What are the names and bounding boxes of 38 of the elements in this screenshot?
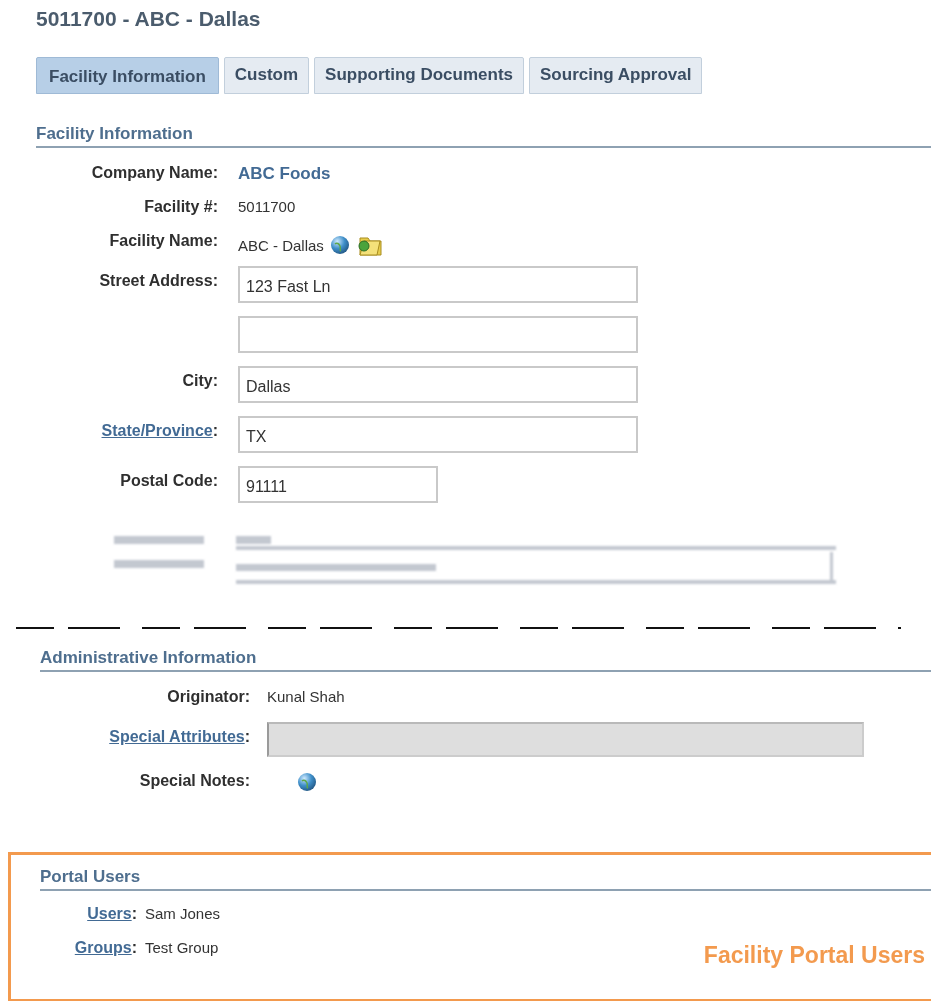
colon: :: [131, 905, 137, 922]
tab[interactable]: Sourcing Approval: [529, 57, 703, 94]
field-value: Kunal Shah: [267, 688, 345, 705]
field-label: Facility Name:: [109, 232, 218, 249]
label-link[interactable]: Users: [87, 905, 132, 922]
colon: :: [244, 728, 250, 745]
globe-icon[interactable]: [297, 772, 317, 792]
section-heading: Facility Information: [36, 124, 193, 143]
tab[interactable]: Facility Information: [36, 57, 219, 94]
field-label: City:: [182, 372, 218, 389]
field-value: Sam Jones: [145, 905, 221, 922]
field-value: 5011700: [238, 198, 296, 215]
field-label: Company Name:: [91, 164, 218, 181]
annotation-text: Facility Portal Users: [703, 942, 925, 969]
label-link[interactable]: State/Province: [101, 422, 213, 439]
text-field[interactable]: TX: [238, 416, 638, 453]
globe-icon[interactable]: [329, 235, 350, 255]
page-title: 5011700 - ABC - Dallas: [36, 7, 261, 31]
company-link[interactable]: ABC Foods: [238, 164, 331, 184]
tab[interactable]: Supporting Documents: [314, 57, 525, 94]
text-field[interactable]: Dallas: [238, 366, 638, 403]
text-field[interactable]: [238, 316, 638, 353]
field-value: Test Group: [145, 939, 219, 956]
field-label: Street Address:: [99, 272, 218, 289]
text-field[interactable]: 91111: [238, 466, 438, 503]
label-link[interactable]: Special Attributes: [109, 728, 245, 745]
colon: :: [131, 939, 137, 956]
field-value: ABC - Dallas: [238, 236, 324, 254]
tab[interactable]: Custom: [223, 57, 310, 94]
field-label: Special Notes:: [139, 772, 250, 789]
field-label: Facility #:: [144, 198, 218, 215]
colon: :: [212, 422, 218, 439]
section-heading: Portal Users: [40, 867, 141, 886]
field-label: Postal Code:: [120, 472, 218, 489]
section-heading: Administrative Information: [40, 648, 257, 667]
text-field[interactable]: 123 Fast Ln: [238, 266, 638, 303]
field-label: Originator:: [167, 688, 250, 705]
label-link[interactable]: Groups: [74, 939, 132, 956]
